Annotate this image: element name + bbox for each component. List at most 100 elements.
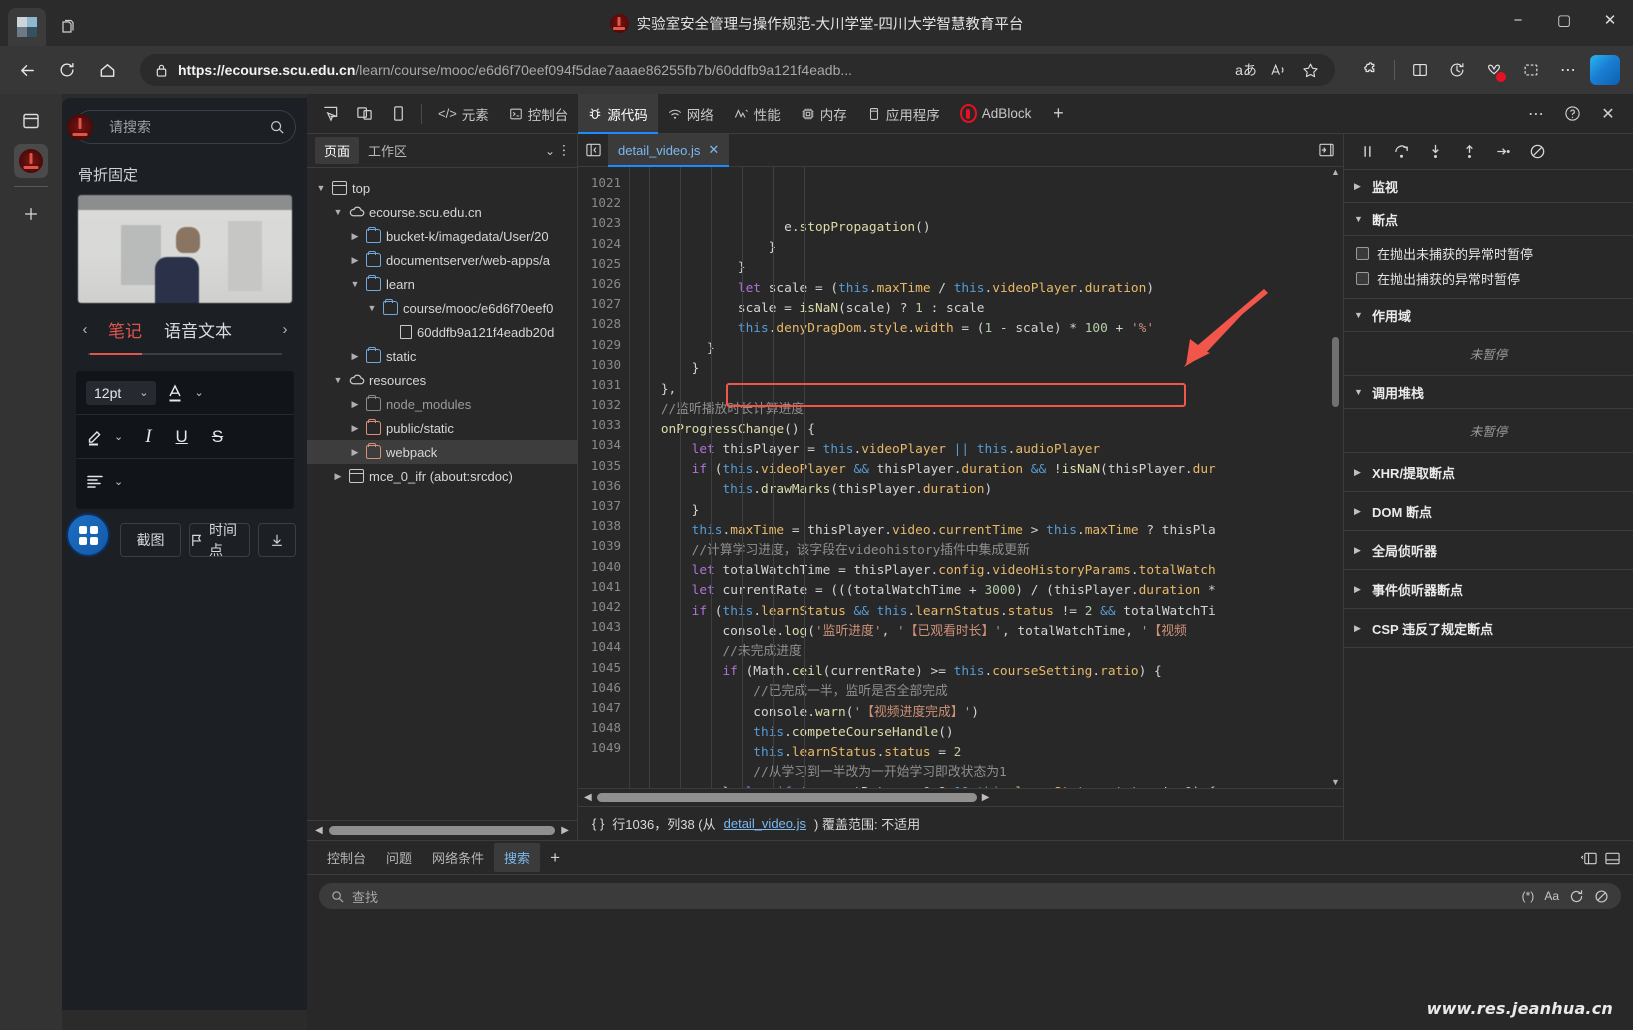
line-number[interactable]: 1042 (578, 597, 629, 617)
step-icon[interactable] (1488, 138, 1518, 166)
pause-caught-row[interactable]: 在抛出捕获的异常时暂停 (1344, 266, 1633, 291)
line-number[interactable]: 1043 (578, 617, 629, 637)
code-scroll-left-icon[interactable]: ◀ (584, 792, 592, 803)
tree-node[interactable]: ▶ static (307, 344, 577, 368)
code-scroll-down-icon[interactable]: ▼ (1330, 777, 1341, 788)
navigator-tab-workspace[interactable]: 工作区 (359, 137, 416, 164)
step-over-icon[interactable] (1386, 138, 1416, 166)
line-number[interactable]: 1032 (578, 395, 629, 415)
navigator-more-icon[interactable]: ⋯ (556, 144, 573, 158)
align-left-icon[interactable] (86, 474, 104, 488)
code-scroll-up-icon[interactable]: ▲ (1330, 167, 1341, 178)
regex-toggle[interactable]: (*) (1522, 889, 1535, 903)
address-bar[interactable]: https://ecourse.scu.edu.cn/learn/course/… (140, 54, 1335, 86)
settings-more-icon[interactable]: ⋯ (1550, 53, 1586, 87)
line-number[interactable]: 1033 (578, 415, 629, 435)
pause-uncaught-row[interactable]: 在抛出未捕获的异常时暂停 (1344, 241, 1633, 266)
tab-elements[interactable]: </> 元素 (428, 94, 499, 134)
split-screen-icon[interactable] (1402, 53, 1438, 87)
line-number[interactable]: 1028 (578, 314, 629, 334)
line-number[interactable]: 1024 (578, 234, 629, 254)
line-number[interactable]: 1021 (578, 173, 629, 193)
close-icon[interactable]: ✕ (708, 142, 719, 158)
chevron-down-icon[interactable]: ▼ (366, 303, 378, 313)
tabs-prev-icon[interactable]: ‹ (76, 321, 94, 338)
extensions-icon[interactable] (1351, 53, 1387, 87)
chevron-down-icon[interactable]: ▼ (332, 207, 344, 217)
drawer-tab-search[interactable]: 搜索 (494, 843, 541, 872)
search-icon[interactable] (269, 119, 285, 135)
chevron-down-icon[interactable]: ▼ (349, 279, 361, 289)
search-clear-icon[interactable] (1594, 889, 1609, 904)
video-thumbnail[interactable] (78, 195, 292, 303)
status-file-link[interactable]: detail_video.js (724, 816, 806, 831)
copilot-icon[interactable] (1587, 53, 1623, 87)
chevron-right-icon[interactable]: ▶ (349, 231, 361, 242)
pretty-print-icon[interactable]: { } (592, 816, 604, 831)
line-number[interactable]: 1027 (578, 294, 629, 314)
download-button[interactable] (258, 523, 296, 557)
line-number[interactable]: 1031 (578, 375, 629, 395)
back-button[interactable] (10, 53, 44, 87)
show-navigator-icon[interactable] (578, 142, 608, 158)
tab-sources[interactable]: 源代码 (578, 93, 658, 134)
navigator-tab-page[interactable]: 页面 (315, 137, 360, 164)
apps-grid-button[interactable] (66, 513, 110, 557)
debugger-section[interactable]: ▶ XHR/提取断点 (1344, 453, 1633, 492)
debugger-section-header[interactable]: ▶ 全局侦听器 (1344, 531, 1633, 569)
line-number[interactable]: 1047 (578, 698, 629, 718)
debugger-section-header[interactable]: ▶ XHR/提取断点 (1344, 453, 1633, 491)
code-vscrollbar[interactable]: ▲ ▼ (1330, 167, 1341, 788)
scope-section-header[interactable]: ▼ 作用域 (1344, 299, 1633, 331)
dock-bottom-icon[interactable] (1604, 850, 1621, 866)
line-number[interactable]: 1036 (578, 476, 629, 496)
vertical-tabs-icon[interactable] (50, 8, 84, 46)
line-number[interactable]: 1039 (578, 536, 629, 556)
line-number[interactable]: 1026 (578, 274, 629, 294)
navigator-scroll-thumb[interactable] (328, 826, 556, 835)
font-color-icon[interactable] (166, 383, 184, 403)
read-aloud-icon[interactable] (1263, 56, 1293, 84)
rail-sidebar-toggle-icon[interactable] (14, 104, 48, 138)
line-number[interactable]: 1044 (578, 637, 629, 657)
chevron-right-icon[interactable]: ▶ (349, 351, 361, 362)
navigator-dropdown-icon[interactable]: ⌄ (545, 144, 555, 158)
pause-caught-checkbox[interactable] (1356, 272, 1369, 285)
debugger-section[interactable]: ▶ CSP 违反了规定断点 (1344, 609, 1633, 648)
line-number[interactable]: 1049 (578, 738, 629, 758)
reload-button[interactable] (50, 53, 84, 87)
tree-node[interactable]: ▶ node_modules (307, 392, 577, 416)
highlighter-chevron-icon[interactable]: ⌄ (114, 430, 123, 443)
callstack-section-header[interactable]: ▼ 调用堆栈 (1344, 376, 1633, 408)
translate-icon[interactable]: aあ (1231, 56, 1261, 84)
code-content[interactable]: e.stopPropagation() } } let scale = (thi… (630, 167, 1343, 788)
tree-node[interactable]: ▶ webpack (307, 440, 577, 464)
tabs-next-icon[interactable]: › (276, 321, 294, 338)
code-scroll-thumb[interactable] (1332, 337, 1339, 407)
close-button[interactable]: ✕ (1587, 0, 1633, 40)
line-number[interactable]: 1045 (578, 658, 629, 678)
timestamp-button[interactable]: 时间点 (189, 522, 250, 558)
chevron-down-icon[interactable]: ▼ (315, 183, 327, 193)
italic-icon[interactable]: I (145, 426, 151, 448)
navigator-hscrollbar[interactable]: ◀ ▶ (307, 820, 577, 840)
tab-console[interactable]: 控制台 (499, 94, 579, 134)
drawer-tab-network-conditions[interactable]: 网络条件 (422, 843, 494, 872)
chevron-right-icon[interactable]: ▶ (332, 471, 344, 482)
step-out-icon[interactable] (1454, 138, 1484, 166)
tree-node[interactable]: ▼ resources (307, 368, 577, 392)
line-number[interactable]: 1046 (578, 678, 629, 698)
debugger-section[interactable]: ▶ 全局侦听器 (1344, 531, 1633, 570)
line-number[interactable]: 1035 (578, 456, 629, 476)
tab-notes[interactable]: 笔记 (100, 313, 150, 346)
step-into-icon[interactable] (1420, 138, 1450, 166)
rail-scu-extension-icon[interactable] (14, 144, 48, 178)
line-number[interactable]: 1034 (578, 435, 629, 455)
tab-voice-text[interactable]: 语音文本 (156, 313, 240, 346)
tree-node[interactable]: ▶ documentserver/web-apps/a (307, 248, 577, 272)
tree-node[interactable]: 60ddfb9a121f4eadb20d (307, 320, 577, 344)
line-number[interactable]: 1030 (578, 355, 629, 375)
home-button[interactable] (90, 53, 124, 87)
pause-uncaught-checkbox[interactable] (1356, 247, 1369, 260)
line-number[interactable]: 1022 (578, 193, 629, 213)
